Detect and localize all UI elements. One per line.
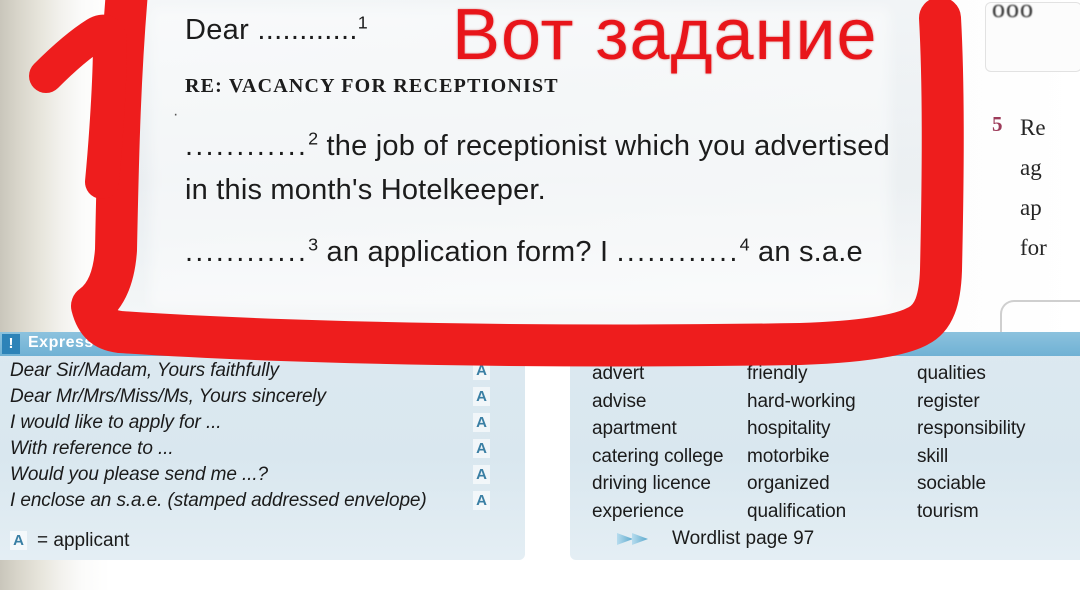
exercise-5-number: 5 [992,112,1003,136]
wordlist-box-header [570,332,1080,356]
list-item: Would you please send me ...? A [10,462,510,488]
gap-ref-3: 3 [308,234,319,255]
sample-letter: · Dear ............1 RE: VACANCY FOR REC… [173,12,905,274]
list-item: qualification [747,500,847,522]
wordlist-column-1: advert advise apartment catering college… [592,360,747,525]
applicant-key-symbol: A [10,531,27,550]
gap-dots-2: ............ [185,130,309,162]
expressions-box-title: Express [28,334,94,351]
list-item: apartment [592,418,677,439]
wordlist-column-2: friendly hard-working hospitality motorb… [747,360,917,525]
list-item: hospitality [747,418,831,439]
letter-paragraph-2-text-b: an s.a.e [749,236,863,268]
list-item: responsibility [917,418,1026,439]
applicant-tag: A [473,491,490,510]
expressions-box: ! Express Dear Sir/Madam, Yours faithful… [0,332,525,560]
wordlist-box: advert advise apartment catering college… [570,332,1080,560]
exercise-5-line-1: Re [1020,115,1046,140]
subject-bullet: · [173,106,179,123]
letter-salutation-line: Dear ............1 [185,12,905,47]
double-chevron-right-icon [617,533,648,545]
list-item: experience [592,500,684,522]
list-item: Dear Sir/Madam, Yours faithfully A [10,358,510,384]
list-item: organized [747,473,830,494]
list-item: friendly [747,363,808,384]
list-item: skill [917,445,949,467]
letter-salutation: Dear ............ [185,14,358,46]
applicant-key-text: = applicant [37,530,130,551]
letter-paragraph-2-text-a: an application form? I [318,236,617,268]
list-item: register [917,390,980,412]
exercise-5-line-2: ag [1020,155,1042,180]
expression-text: With reference to ... [10,438,174,459]
textbook-page-screenshot: ооо 5 Re ag ap for · Dear ............1 … [0,0,1080,590]
list-item: Dear Mr/Mrs/Miss/Ms, Yours sincerely A [10,384,510,410]
exercise-5-line-4: for [1020,235,1047,260]
exclamation-badge-icon: ! [2,334,20,354]
gap-dots-3: ............ [185,236,309,268]
list-item: hard-working [747,390,856,412]
list-item: advert [592,363,645,384]
exercise-5-line-3: ap [1020,195,1042,220]
list-item: catering college [592,445,724,467]
applicant-tag: A [473,413,490,432]
expression-text: I would like to apply for ... [10,412,222,433]
right-column-cut-text: ооо [992,0,1034,23]
letter-paragraph-2: ............3 an application form? I ...… [185,230,905,274]
list-item: advise [592,390,647,412]
wordlist-columns: advert advise apartment catering college… [592,360,1072,525]
gap-dots-4: ............ [616,236,740,268]
list-item: With reference to ... A [10,436,510,462]
gap-ref-2: 2 [308,128,319,149]
exercise-5-lines: Re ag ap for [1020,108,1047,268]
list-item: sociable [917,473,986,494]
wordlist-column-3: qualities register responsibility skill … [917,360,1072,525]
expression-text: I enclose an s.a.e. (stamped addressed e… [10,490,427,511]
gap-ref-4: 4 [739,234,750,255]
applicant-tag: A [473,465,490,484]
letter-subject-line: RE: VACANCY FOR RECEPTIONIST [185,75,559,97]
wordlist-reference: Wordlist page 97 [616,528,814,550]
expressions-list: Dear Sir/Madam, Yours faithfully A Dear … [10,358,510,514]
applicant-tag: A [473,439,490,458]
expression-text: Would you please send me ...? [10,464,268,485]
applicant-tag: A [473,361,490,380]
list-item: I enclose an s.a.e. (stamped addressed e… [10,488,510,514]
expressions-box-header: ! Express [0,332,525,356]
expression-text: Dear Sir/Madam, Yours faithfully [10,360,279,381]
gap-ref-1: 1 [357,12,368,33]
list-item: tourism [917,500,979,522]
list-item: motorbike [747,445,830,467]
wordlist-reference-text: Wordlist page 97 [672,528,815,549]
list-item: qualities [917,363,986,384]
expressions-key: A = applicant [10,530,129,552]
expression-text: Dear Mr/Mrs/Miss/Ms, Yours sincerely [10,386,326,407]
applicant-tag: A [473,387,490,406]
letter-paragraph-1: ............2 the job of receptionist wh… [185,124,905,212]
list-item: I would like to apply for ... A [10,410,510,436]
list-item: driving licence [592,473,711,494]
